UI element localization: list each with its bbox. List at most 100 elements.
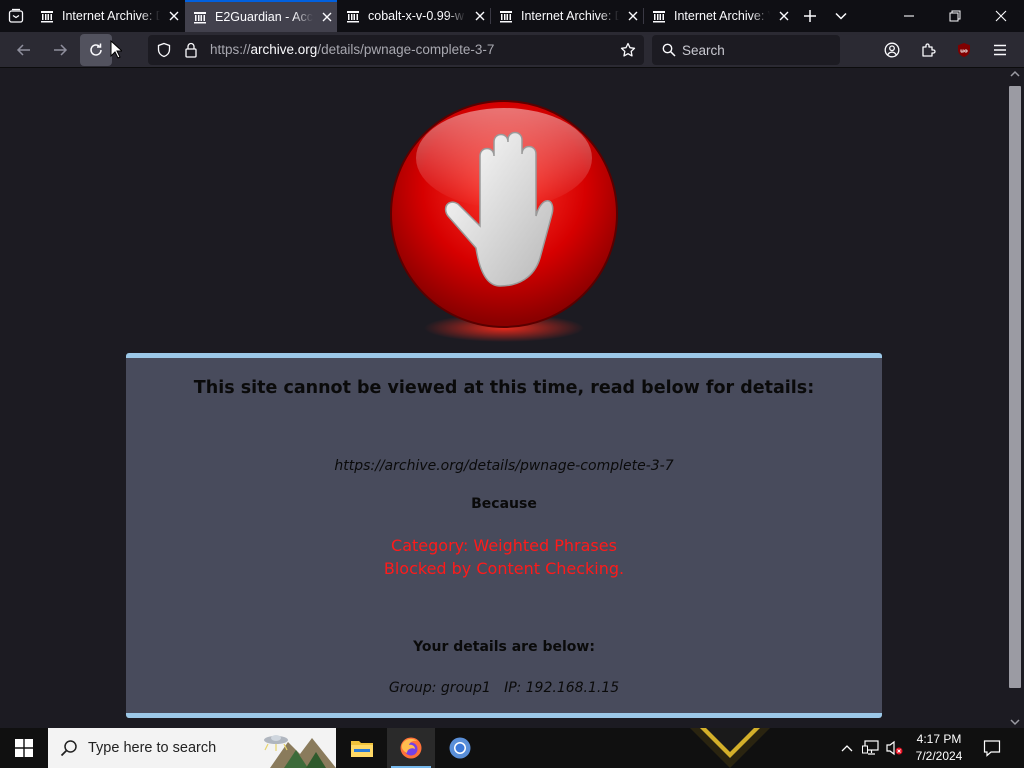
search-bar[interactable]: Search <box>652 35 840 65</box>
search-highlight-illustration-icon <box>264 735 336 768</box>
close-tab-icon[interactable] <box>319 9 335 25</box>
forward-button[interactable] <box>44 34 76 66</box>
search-icon <box>662 43 676 57</box>
restore-icon <box>949 10 961 22</box>
bookmark-star-icon[interactable] <box>620 42 636 58</box>
close-icon <box>995 10 1007 22</box>
taskbar-search-box[interactable]: Type here to search <box>48 728 336 768</box>
close-tab-icon[interactable] <box>625 8 641 24</box>
new-tab-button[interactable] <box>794 0 826 32</box>
chrome-icon <box>449 737 471 759</box>
system-clock[interactable]: 4:17 PM 7/2/2024 <box>908 731 970 765</box>
minimize-button[interactable] <box>886 0 932 32</box>
block-message-panel: This site cannot be viewed at this time,… <box>126 353 882 718</box>
close-window-button[interactable] <box>978 0 1024 32</box>
scroll-up-arrow-icon[interactable] <box>1010 70 1020 78</box>
tab-internet-archive-2[interactable]: Internet Archive: D <box>491 0 643 32</box>
chevron-up-icon <box>841 745 853 752</box>
close-tab-icon[interactable] <box>472 8 488 24</box>
volume-button[interactable] <box>884 728 906 768</box>
windows-logo-icon <box>15 739 33 757</box>
scrollbar-thumb[interactable] <box>1009 86 1021 688</box>
url-scheme: https:// <box>210 42 251 57</box>
blocked-url: https://archive.org/details/pwnage-compl… <box>334 458 674 474</box>
close-tab-icon[interactable] <box>166 8 182 24</box>
show-hidden-icons-button[interactable] <box>836 728 858 768</box>
navigation-toolbar: https://archive.org/details/pwnage-compl… <box>0 32 1024 68</box>
archive-favicon-icon <box>347 11 359 23</box>
network-status-button[interactable] <box>860 728 882 768</box>
reload-icon <box>90 43 102 56</box>
archive-favicon-icon <box>500 11 512 23</box>
block-reason-category: Category: Weighted Phrases <box>391 536 617 555</box>
account-icon <box>884 42 900 58</box>
tab-list-icon <box>8 8 24 23</box>
user-details: Group: group1 IP: 192.168.1.15 <box>388 680 620 696</box>
tab-cobalt[interactable]: cobalt-x-v-0.99-w <box>338 0 490 32</box>
restore-button[interactable] <box>932 0 978 32</box>
taskbar-chrome[interactable] <box>436 728 484 768</box>
volume-muted-icon <box>886 740 903 756</box>
url-path: /details/pwnage-complete-3-7 <box>317 42 495 57</box>
extensions-button[interactable] <box>912 34 944 66</box>
page-content: This site cannot be viewed at this time,… <box>0 68 1006 728</box>
app-menu-button[interactable] <box>984 34 1016 66</box>
plus-icon <box>804 10 816 22</box>
tab-internet-archive-1[interactable]: Internet Archive: D <box>32 0 184 32</box>
reload-button[interactable] <box>80 34 112 66</box>
vertical-scrollbar[interactable] <box>1006 68 1024 728</box>
arrow-right-icon <box>54 44 68 56</box>
block-headline: This site cannot be viewed at this time,… <box>193 378 815 398</box>
tab-title: Internet Archive: V <box>674 9 770 23</box>
windows-taskbar: Type here to search 4:17 PM 7/2/2024 <box>0 728 1024 768</box>
search-icon <box>60 740 77 757</box>
tab-e2guardian[interactable]: E2Guardian - Access Denied <box>185 0 337 32</box>
tab-list-button[interactable] <box>0 0 32 32</box>
taskbar-firefox[interactable] <box>387 728 435 768</box>
details-title: Your details are below: <box>413 639 595 655</box>
search-placeholder: Search <box>682 43 725 58</box>
ublock-origin-icon: uo <box>958 43 970 57</box>
file-explorer-icon <box>351 741 373 757</box>
svg-text:uo: uo <box>960 49 968 55</box>
network-icon <box>862 740 879 755</box>
tab-strip: Internet Archive: D E2Guardian - Access … <box>0 0 1024 32</box>
puzzle-piece-icon <box>922 43 936 57</box>
block-reason-detail: Blocked by Content Checking. <box>383 559 625 578</box>
back-button[interactable] <box>8 34 40 66</box>
ublock-origin-button[interactable]: uo <box>948 34 980 66</box>
lock-icon[interactable] <box>184 42 198 58</box>
because-label: Because <box>471 496 537 512</box>
account-button[interactable] <box>876 34 908 66</box>
notification-icon <box>983 740 1001 757</box>
clock-time: 4:17 PM <box>916 732 962 746</box>
archive-favicon-icon <box>653 11 665 23</box>
taskbar-search-placeholder: Type here to search <box>88 740 217 756</box>
url-host: archive.org <box>250 42 318 57</box>
archive-favicon-icon <box>41 11 53 23</box>
url-text[interactable]: https://archive.org/details/pwnage-compl… <box>210 42 494 57</box>
arrow-left-icon <box>16 44 30 56</box>
wallpaper-peek <box>690 728 770 768</box>
tab-internet-archive-3[interactable]: Internet Archive: V <box>644 0 792 32</box>
tab-title: Internet Archive: D <box>521 9 619 23</box>
tab-title: E2Guardian - Access Denied <box>215 10 313 24</box>
close-tab-icon[interactable] <box>776 8 792 24</box>
archive-favicon-icon <box>194 12 206 24</box>
hamburger-menu-icon <box>994 44 1006 56</box>
taskbar-file-explorer[interactable] <box>338 728 386 768</box>
firefox-icon <box>400 737 422 759</box>
shield-icon[interactable] <box>156 42 172 58</box>
stop-hand-icon <box>390 100 618 342</box>
tab-title: cobalt-x-v-0.99-w <box>368 9 464 23</box>
mouse-cursor-icon <box>110 40 122 59</box>
start-button[interactable] <box>0 728 48 768</box>
list-all-tabs-button[interactable] <box>825 0 857 32</box>
tab-title: Internet Archive: D <box>62 9 160 23</box>
clock-date: 7/2/2024 <box>915 749 963 763</box>
chevron-down-icon <box>835 12 847 20</box>
scroll-down-arrow-icon[interactable] <box>1010 718 1020 726</box>
minimize-icon <box>904 15 914 17</box>
address-bar[interactable]: https://archive.org/details/pwnage-compl… <box>148 35 644 65</box>
action-center-button[interactable] <box>978 728 1006 768</box>
